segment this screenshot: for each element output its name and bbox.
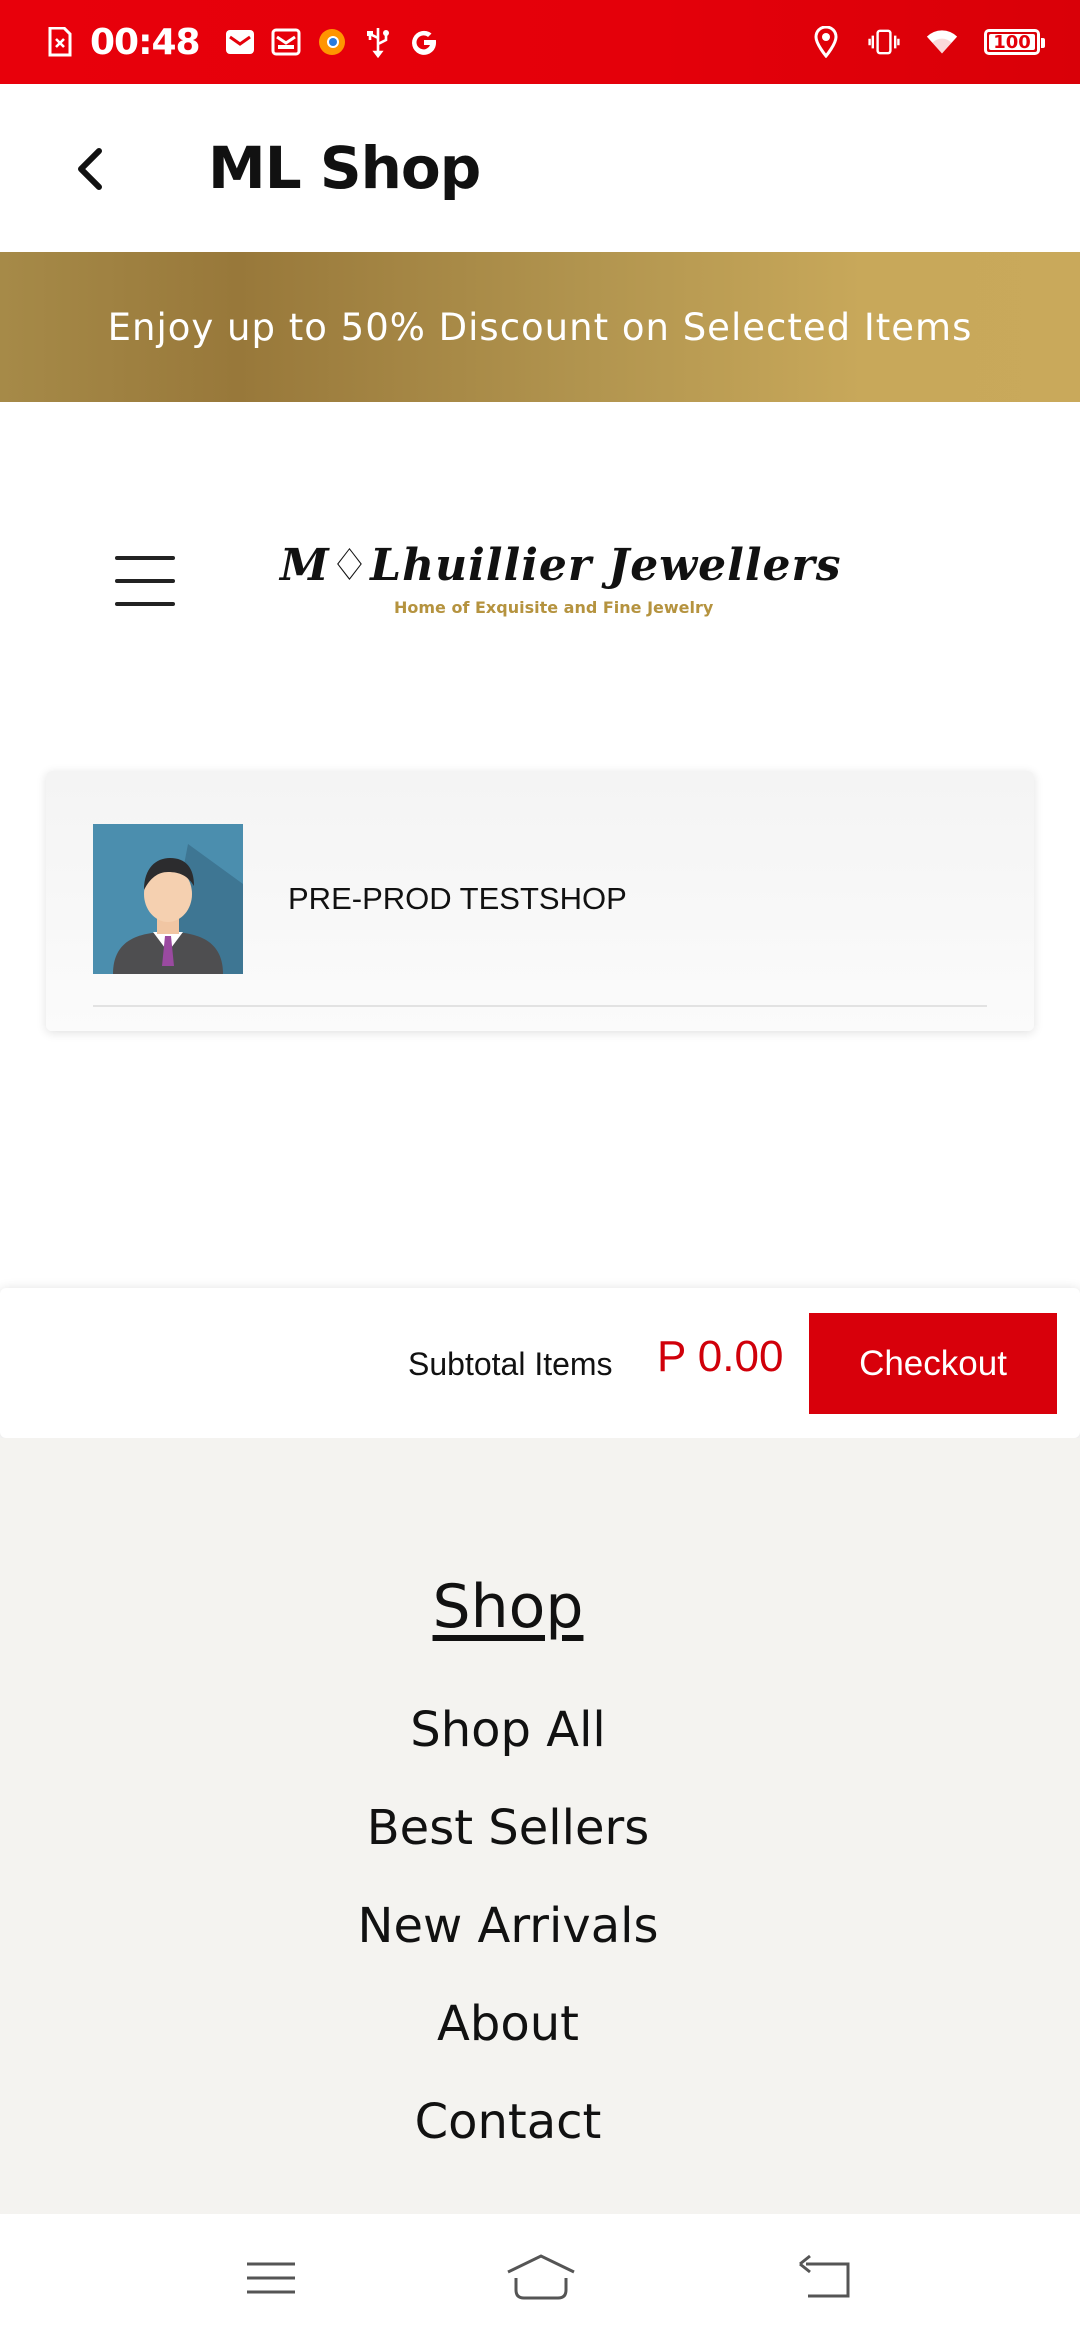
- back-icon[interactable]: [796, 2250, 856, 2306]
- status-bar: 00:48 100: [0, 0, 1080, 84]
- status-time: 00:48: [90, 21, 201, 63]
- footer: Shop Shop All Best Sellers New Arrivals …: [0, 1438, 1080, 2214]
- footer-link-about[interactable]: About: [0, 1996, 1016, 2052]
- cart-summary-bar: Subtotal Items P 0.00 Checkout: [0, 1288, 1080, 1438]
- card-divider: [93, 1005, 987, 1007]
- footer-link-shop-all[interactable]: Shop All: [0, 1702, 1016, 1758]
- page-title: ML Shop: [208, 134, 481, 202]
- promo-banner[interactable]: Enjoy up to 50% Discount on Selected Ite…: [0, 252, 1080, 402]
- footer-link-new-arrivals[interactable]: New Arrivals: [0, 1898, 1016, 1954]
- brand-tagline: Home of Exquisite and Fine Jewelry: [394, 598, 714, 617]
- menu-line: [115, 602, 175, 606]
- system-nav-bar: [0, 2214, 1080, 2340]
- vibrate-icon: [868, 26, 900, 58]
- usb-icon: [362, 26, 394, 58]
- checkout-button[interactable]: Checkout: [809, 1313, 1057, 1414]
- shop-name: PRE-PROD TESTSHOP: [288, 881, 627, 916]
- footer-heading-shop[interactable]: Shop: [0, 1572, 1016, 1642]
- firefox-icon: [316, 26, 348, 58]
- battery-text: 100: [993, 31, 1031, 53]
- location-icon: [810, 26, 842, 58]
- chevron-left-icon: [78, 148, 102, 190]
- footer-link-contact[interactable]: Contact: [0, 2094, 1016, 2150]
- brand-name: M♢Lhuillier Jewellers: [280, 540, 842, 591]
- promo-text: Enjoy up to 50% Discount on Selected Ite…: [107, 305, 973, 349]
- subtotal-value: P 0.00: [657, 1332, 784, 1381]
- shop-card[interactable]: PRE-PROD TESTSHOP: [46, 771, 1034, 1031]
- menu-line: [115, 579, 175, 583]
- back-button[interactable]: [60, 134, 120, 204]
- sim-off-icon: [44, 26, 76, 58]
- recent-apps-icon[interactable]: [241, 2250, 301, 2306]
- brand-logo[interactable]: M♢Lhuillier Jewellers Home of Exquisite …: [280, 540, 840, 620]
- subtotal-label: Subtotal Items: [408, 1346, 613, 1382]
- email-icon: [270, 26, 302, 58]
- footer-link-best-sellers[interactable]: Best Sellers: [0, 1800, 1016, 1856]
- home-icon[interactable]: [506, 2250, 575, 2306]
- app-bar: ML Shop: [0, 84, 1080, 252]
- mail-icon: [224, 26, 256, 58]
- battery-icon: 100: [984, 29, 1045, 55]
- businessman-avatar-icon: [93, 824, 243, 974]
- hamburger-menu-button[interactable]: [115, 556, 175, 606]
- wifi-icon: [926, 26, 958, 58]
- hamburger-menu-icon: [115, 556, 175, 560]
- google-icon: [408, 26, 440, 58]
